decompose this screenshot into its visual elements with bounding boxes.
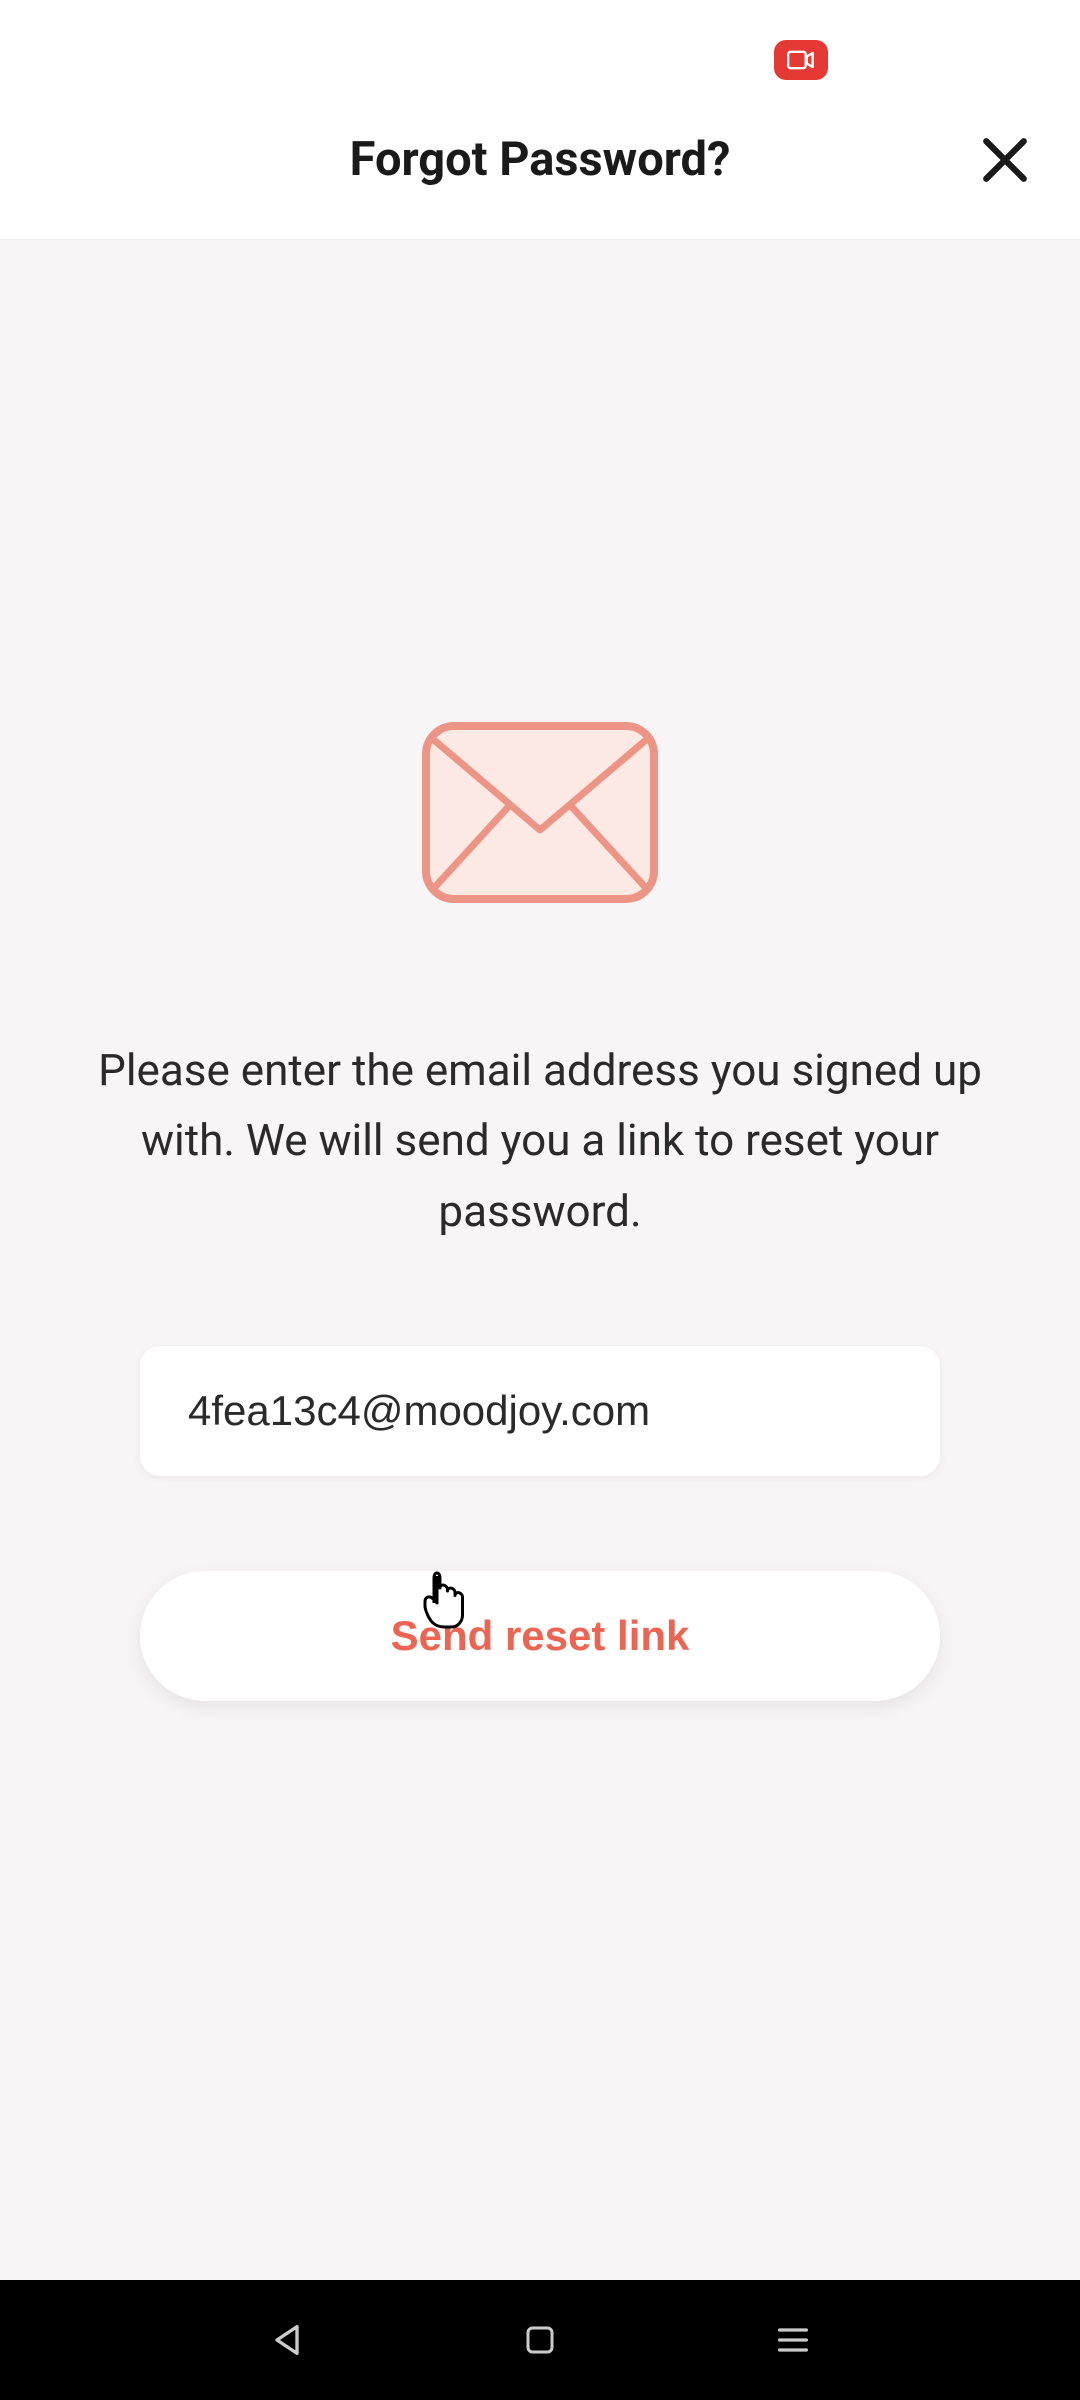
status-bar: [0, 0, 1080, 80]
home-button[interactable]: [515, 2315, 565, 2365]
header: Forgot Password?: [0, 80, 1080, 240]
close-button[interactable]: [970, 125, 1040, 195]
recent-apps-button[interactable]: [768, 2315, 818, 2365]
instruction-text: Please enter the email address you signe…: [90, 1035, 990, 1246]
page-title: Forgot Password?: [350, 132, 731, 187]
email-field[interactable]: [140, 1346, 940, 1476]
close-icon: [980, 135, 1030, 185]
envelope-icon: [420, 720, 660, 905]
menu-lines-icon: [773, 2320, 813, 2360]
back-button[interactable]: [262, 2315, 312, 2365]
recording-indicator: [774, 40, 828, 80]
square-icon: [522, 2322, 558, 2358]
send-reset-link-button[interactable]: Send reset link: [140, 1571, 940, 1701]
video-icon: [787, 50, 815, 70]
content-area: Please enter the email address you signe…: [0, 240, 1080, 2280]
back-triangle-icon: [267, 2320, 307, 2360]
navigation-bar: [0, 2280, 1080, 2400]
